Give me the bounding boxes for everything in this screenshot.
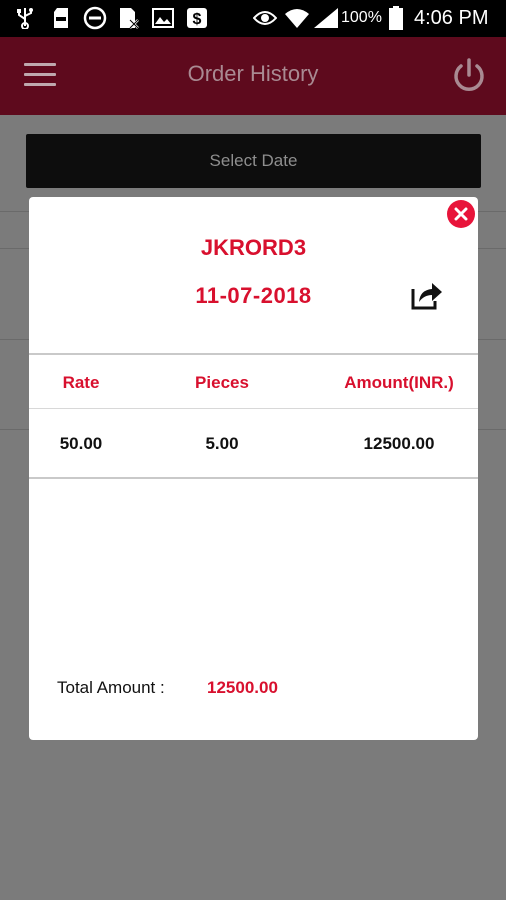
status-bar: $ 100% 4:06 PM (0, 0, 506, 37)
cell-rate: 50.00 (59, 434, 103, 453)
table-header-divider (29, 408, 478, 409)
column-header-rate: Rate (62, 373, 100, 392)
column-header-pieces: Pieces (195, 373, 249, 392)
cell-amount: 12500.00 (363, 434, 435, 453)
share-icon[interactable] (410, 279, 444, 311)
battery-percent: 100% (341, 9, 382, 26)
app-bar: Order History (0, 37, 506, 115)
select-date-button[interactable]: Select Date (26, 134, 481, 188)
column-header-amount: Amount(INR.) (344, 373, 454, 392)
order-detail-dialog: JKRORD3 11-07-2018 Rate Pieces Amount(IN… (29, 197, 478, 740)
battery-icon (386, 6, 406, 30)
dollar-app-icon: $ (184, 6, 210, 30)
image-icon (150, 6, 176, 30)
no-sim-icon (116, 6, 142, 30)
svg-text:$: $ (193, 11, 202, 28)
sd-card-icon (50, 6, 72, 30)
clock: 4:06 PM (414, 7, 489, 29)
signal-icon (312, 6, 340, 30)
page-title: Order History (187, 61, 319, 86)
cell-pieces: 5.00 (205, 434, 239, 453)
total-amount-label: Total Amount : (57, 678, 165, 697)
total-amount-value: 12500.00 (207, 678, 278, 697)
usb-icon (14, 6, 36, 30)
order-number: JKRORD3 (200, 235, 307, 260)
eye-icon (252, 6, 278, 30)
wifi-icon (284, 6, 310, 30)
header-divider (29, 353, 478, 355)
close-icon[interactable] (447, 200, 475, 228)
row-divider (29, 477, 478, 479)
do-not-disturb-icon (82, 6, 108, 30)
power-icon[interactable] (450, 57, 488, 95)
